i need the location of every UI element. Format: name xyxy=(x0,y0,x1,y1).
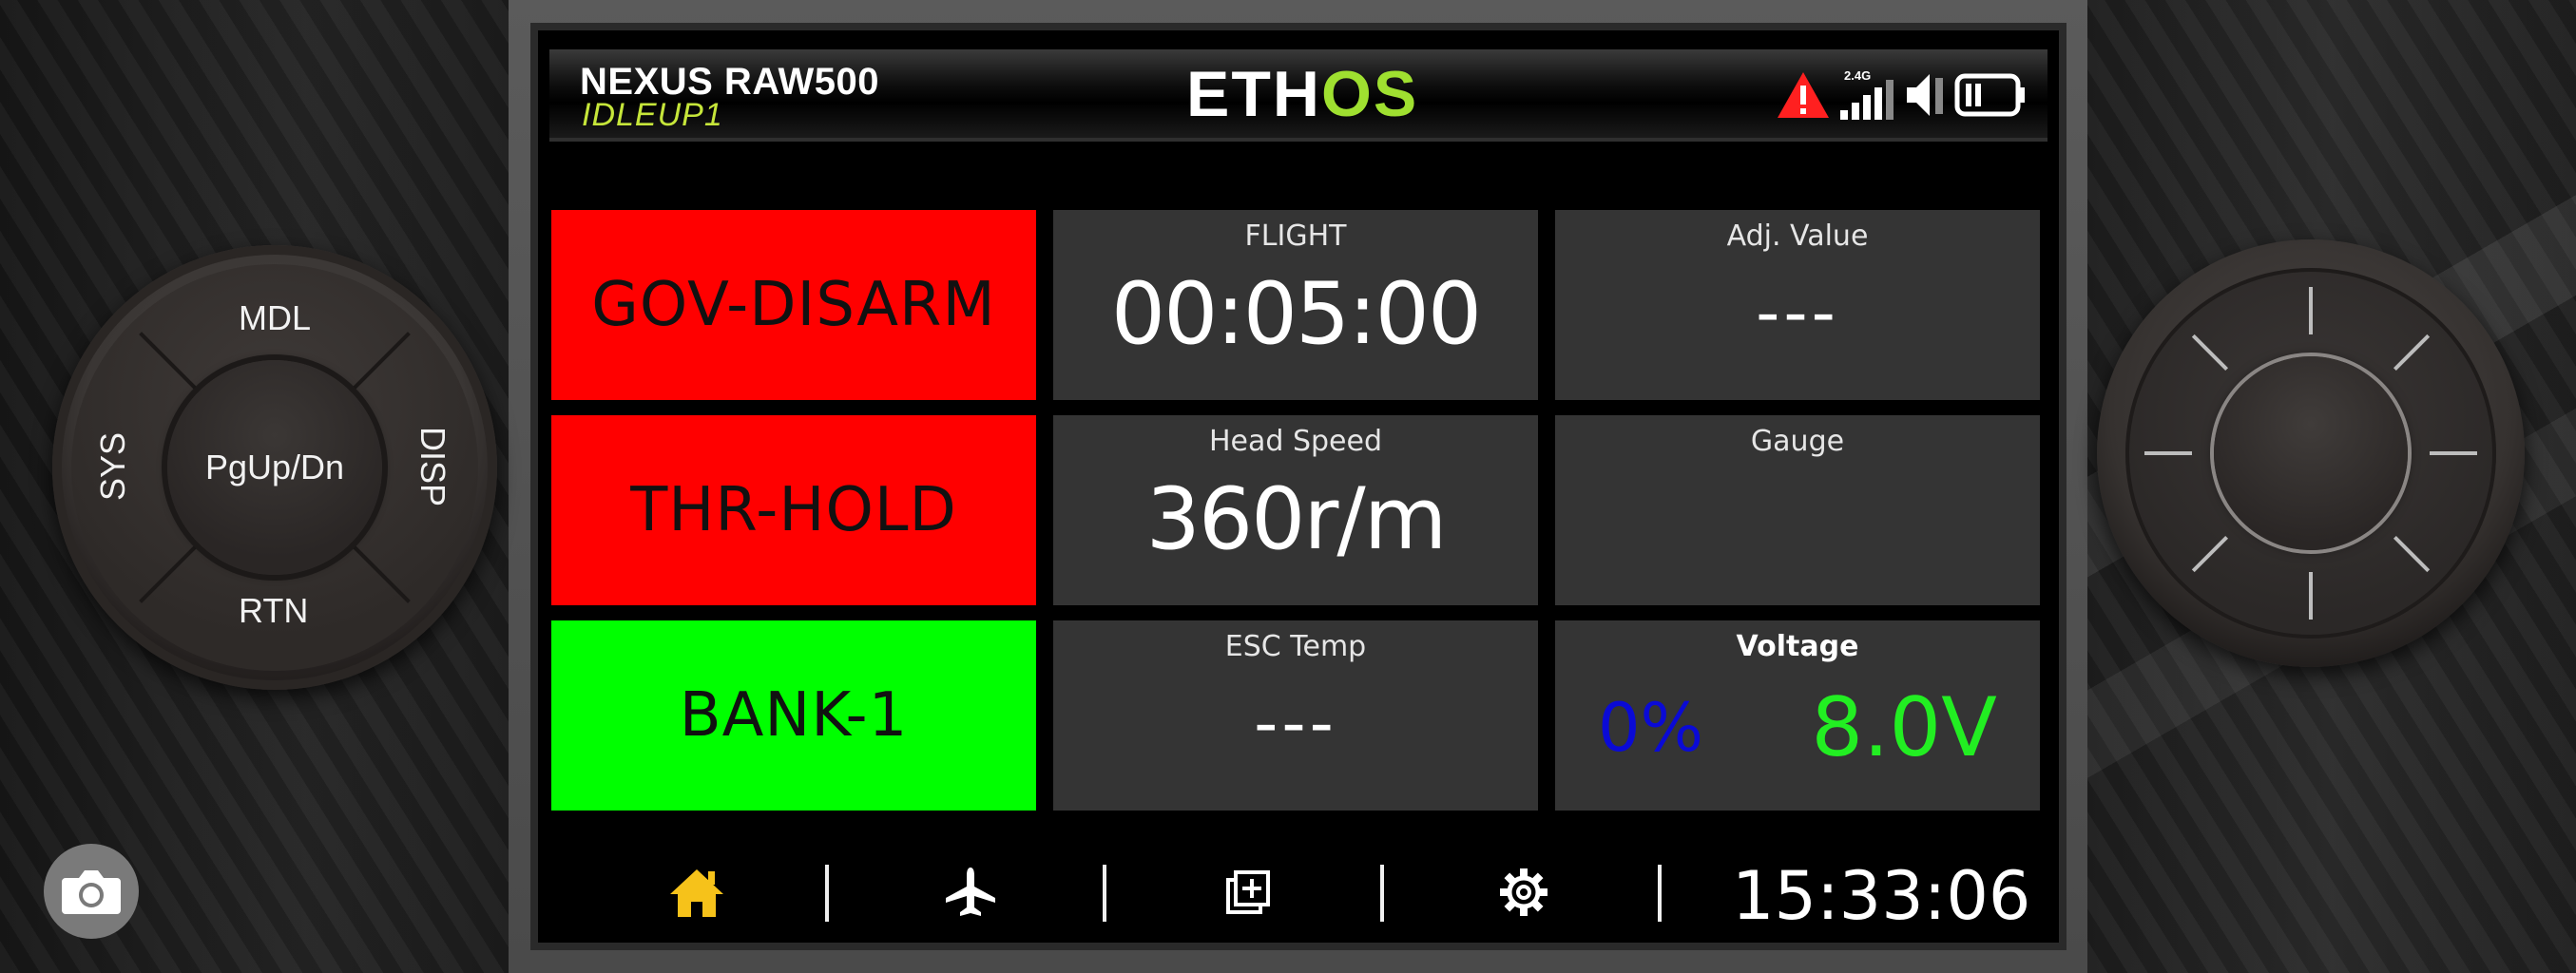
bottom-nav: 15:33:06 xyxy=(549,849,2047,935)
dpad: MDL RTN SYS DISP PgUp/Dn xyxy=(52,245,497,690)
dpad-rtn-button[interactable]: RTN xyxy=(239,591,308,631)
dpad-sys-button[interactable]: SYS xyxy=(93,432,133,501)
esc-temp-value: --- xyxy=(1254,684,1337,762)
warning-icon[interactable] xyxy=(1776,70,1831,120)
clock: 15:33:06 xyxy=(1732,857,2031,935)
adj-value-caption: Adj. Value xyxy=(1726,219,1869,253)
head-speed-value: 360r/m xyxy=(1145,469,1448,569)
throttle-hold-tile[interactable]: THR-HOLD xyxy=(551,415,1036,605)
gov-status-label: GOV-DISARM xyxy=(591,270,996,340)
gauge-tile[interactable]: Gauge xyxy=(1555,415,2040,605)
nav-separator xyxy=(1380,865,1384,922)
voltage-caption: Voltage xyxy=(1736,630,1859,663)
scroll-wheel[interactable] xyxy=(2097,239,2525,667)
head-speed-tile[interactable]: Head Speed 360r/m xyxy=(1053,415,1538,605)
nav-model-button[interactable] xyxy=(937,859,1004,925)
nav-widget-button[interactable] xyxy=(1215,859,1281,925)
head-speed-caption: Head Speed xyxy=(1208,425,1383,458)
battery-voltage: 8.0V xyxy=(1811,680,1997,775)
battery-percent: 0% xyxy=(1598,689,1704,767)
airplane-icon xyxy=(946,868,995,916)
signal-2.4g-icon[interactable]: 2.4G xyxy=(1838,68,1895,122)
gauge-caption: Gauge xyxy=(1750,425,1845,458)
battery-icon[interactable] xyxy=(1954,72,2027,118)
ethos-logo: ETHOS xyxy=(1186,58,1419,130)
dpad-disp-button[interactable]: DISP xyxy=(413,427,452,506)
flight-timer-tile[interactable]: FLIGHT 00:05:00 xyxy=(1053,210,1538,400)
ethos-screen: NEXUS RAW500 IDLEUP1 ETHOS 2.4G GOV-DISA… xyxy=(538,30,2059,943)
flight-timer-value: 00:05:00 xyxy=(1110,264,1482,364)
status-icons[interactable]: 2.4G xyxy=(1776,67,2027,124)
wheel-hub[interactable] xyxy=(2214,356,2408,550)
home-icon xyxy=(670,869,723,917)
camera-icon xyxy=(62,870,121,914)
flight-mode: IDLEUP1 xyxy=(582,97,723,133)
esc-temp-tile[interactable]: ESC Temp --- xyxy=(1053,620,1538,811)
volume-icon[interactable] xyxy=(1903,70,1947,120)
nav-separator xyxy=(1658,865,1662,922)
adj-value-value: --- xyxy=(1756,274,1839,352)
nav-settings-button[interactable] xyxy=(1490,859,1557,925)
top-bar: NEXUS RAW500 IDLEUP1 ETHOS 2.4G xyxy=(549,49,2047,142)
dpad-pgup-dn-button[interactable]: PgUp/Dn xyxy=(167,360,382,575)
bank-label: BANK-1 xyxy=(679,680,909,751)
screenshot-camera-button[interactable] xyxy=(44,844,139,939)
adj-value-tile[interactable]: Adj. Value --- xyxy=(1555,210,2040,400)
dpad-mdl-button[interactable]: MDL xyxy=(239,298,311,338)
nav-separator xyxy=(1103,865,1106,922)
gov-status-tile[interactable]: GOV-DISARM xyxy=(551,210,1036,400)
nav-home-button[interactable] xyxy=(663,859,730,925)
esc-temp-caption: ESC Temp xyxy=(1224,630,1367,663)
nav-separator xyxy=(825,865,829,922)
throttle-hold-label: THR-HOLD xyxy=(630,475,957,545)
bank-tile[interactable]: BANK-1 xyxy=(551,620,1036,811)
settings-icon xyxy=(1500,868,1548,916)
voltage-tile[interactable]: Voltage 0% 8.0V xyxy=(1555,620,2040,811)
add-widget-icon xyxy=(1226,870,1270,914)
flight-timer-caption: FLIGHT xyxy=(1244,219,1347,253)
dpad-center-label: PgUp/Dn xyxy=(204,448,345,486)
